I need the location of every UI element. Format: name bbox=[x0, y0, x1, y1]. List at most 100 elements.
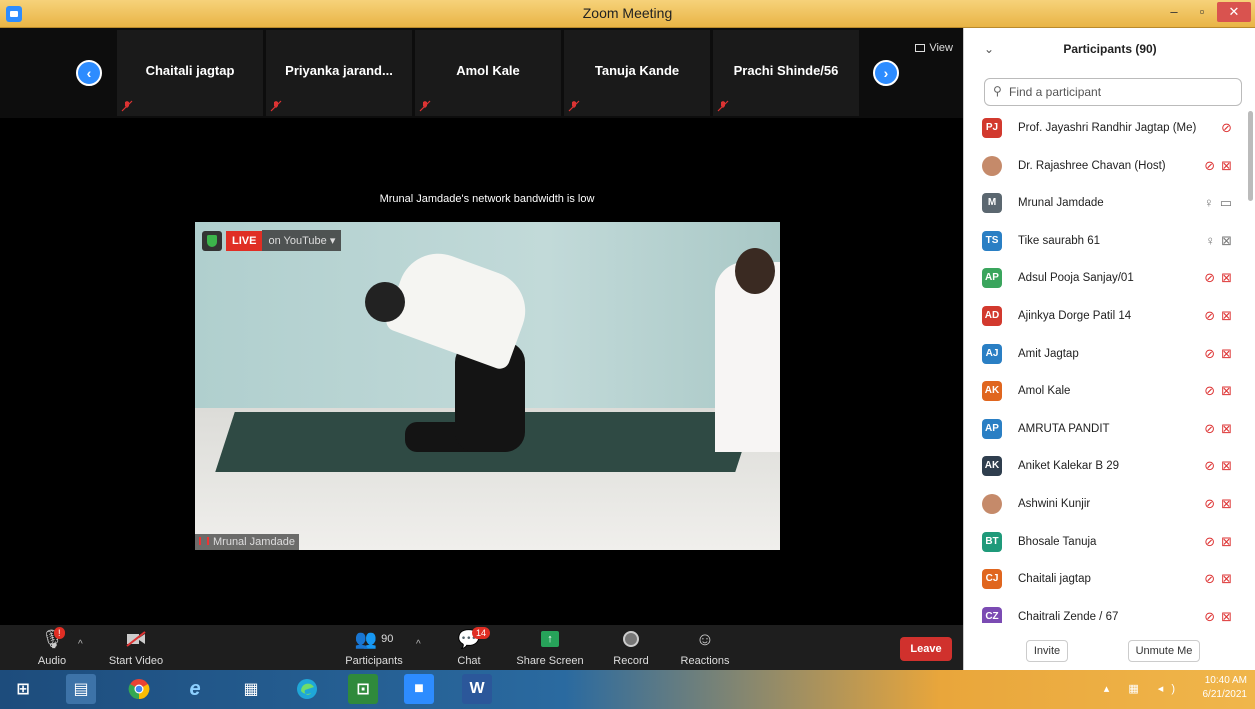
active-speaker-video[interactable]: LIVE on YouTube ▾ Mrunal Jamdade bbox=[195, 222, 780, 550]
audio-options-caret[interactable]: ^ bbox=[78, 639, 83, 650]
close-button[interactable]: ✕ bbox=[1217, 2, 1251, 22]
view-button[interactable]: View bbox=[915, 42, 953, 54]
participant-row[interactable]: AP AMRUTA PANDIT ⊘⊠ bbox=[964, 412, 1248, 450]
minimize-button[interactable]: – bbox=[1161, 2, 1187, 22]
participant-row[interactable]: TS Tike saurabh 61 ♀⊠ bbox=[964, 224, 1248, 262]
participants-button[interactable]: 👥 90 Participants bbox=[340, 627, 408, 668]
leave-button[interactable]: Leave bbox=[900, 637, 952, 661]
avatar: AK bbox=[982, 456, 1002, 477]
participants-panel: ⌄ Participants (90) ⚲ Find a participant… bbox=[963, 28, 1255, 670]
participant-name: Dr. Rajashree Chavan (Host) bbox=[1018, 159, 1166, 172]
participant-row[interactable]: PJ Prof. Jayashri Randhir Jagtap (Me) ⊘ bbox=[964, 111, 1248, 149]
mic-muted-icon video-off-icon: ⊘⊠ bbox=[1204, 157, 1238, 173]
system-clock[interactable]: 10:40 AM 6/21/2021 bbox=[1203, 674, 1248, 702]
edge-icon[interactable] bbox=[292, 674, 322, 704]
mic-muted-icon video-off-icon: ⊘⊠ bbox=[1204, 533, 1238, 549]
avatar: AJ bbox=[982, 343, 1002, 364]
mic-on-icon video-on-icon: ♀▭ bbox=[1203, 195, 1238, 211]
mic-muted-icon video-off-icon: ⊘⊠ bbox=[1204, 495, 1238, 511]
avatar: AK bbox=[982, 381, 1002, 402]
windows-start-icon[interactable]: ⊞ bbox=[8, 674, 38, 704]
clock-date: 6/21/2021 bbox=[1202, 689, 1248, 700]
mic-muted-icon video-off-icon: ⊘⊠ bbox=[1204, 270, 1238, 286]
store-icon[interactable]: ⊡ bbox=[348, 674, 378, 704]
gallery-prev-button[interactable]: ‹ bbox=[76, 60, 102, 86]
participant-name: Chaitrali Zende / 67 bbox=[1018, 610, 1119, 623]
participant-row[interactable]: AJ Amit Jagtap ⊘⊠ bbox=[964, 337, 1248, 375]
system-tray-icons[interactable]: ▴ ▦ ◂) bbox=[1104, 682, 1183, 695]
thumbnail-tile[interactable]: Amol Kale bbox=[415, 30, 561, 116]
thumbnail-name: Priyanka jarand... bbox=[285, 63, 393, 78]
avatar: CJ bbox=[982, 569, 1002, 590]
live-stream-bar: LIVE on YouTube ▾ bbox=[202, 230, 342, 251]
thumbnail-tile[interactable]: Chaitali jagtap bbox=[117, 30, 263, 116]
avatar: AP bbox=[982, 268, 1002, 289]
participant-name: Chaitali jagtap bbox=[1018, 573, 1091, 586]
zoom-taskbar-icon[interactable]: ■ bbox=[404, 674, 434, 704]
live-platform-dropdown[interactable]: on YouTube ▾ bbox=[262, 230, 342, 251]
file-explorer-icon[interactable]: ▤ bbox=[66, 674, 96, 704]
reactions-button[interactable]: ☺ Reactions bbox=[676, 627, 734, 668]
thumbnail-tile[interactable]: Priyanka jarand... bbox=[266, 30, 412, 116]
share-screen-button[interactable]: ↑ Share Screen bbox=[515, 627, 585, 667]
participants-label: Participants bbox=[345, 655, 403, 667]
mic-muted-icon bbox=[419, 100, 431, 112]
participant-row[interactable]: Ashwini Kunjir ⊘⊠ bbox=[964, 487, 1248, 525]
participant-name: Ashwini Kunjir bbox=[1018, 497, 1091, 510]
participant-row[interactable]: Dr. Rajashree Chavan (Host) ⊘⊠ bbox=[964, 149, 1248, 187]
windows-taskbar: ⊞ ▤ e ▦ ⊡ ■ W ▴ ▦ ◂) 10:40 AM 6/21/2021 bbox=[0, 670, 1255, 709]
participant-row[interactable]: AD Ajinkya Dorge Patil 14 ⊘⊠ bbox=[964, 299, 1248, 337]
signal-icon bbox=[199, 537, 209, 545]
participant-name: Tike saurabh 61 bbox=[1018, 234, 1101, 247]
avatar: AD bbox=[982, 305, 1002, 326]
internet-explorer-icon[interactable]: e bbox=[180, 674, 210, 704]
start-video-button[interactable]: Start Video bbox=[104, 627, 168, 667]
word-icon[interactable]: W bbox=[462, 674, 492, 704]
participant-row[interactable]: AK Amol Kale ⊘⊠ bbox=[964, 374, 1248, 412]
avatar: CZ bbox=[982, 606, 1002, 623]
participant-row[interactable]: CJ Chaitali jagtap ⊘⊠ bbox=[964, 562, 1248, 600]
thumbnail-tile[interactable]: Prachi Shinde/56 bbox=[713, 30, 859, 116]
invite-button[interactable]: Invite bbox=[1026, 640, 1068, 662]
clock-time: 10:40 AM bbox=[1204, 675, 1247, 686]
gallery-strip: ‹ Chaitali jagtap Priyanka jarand... Amo… bbox=[0, 28, 963, 118]
thumbnail-tile[interactable]: Tanuja Kande bbox=[564, 30, 710, 116]
thumbnail-name: Tanuja Kande bbox=[594, 63, 680, 78]
participant-name: Mrunal Jamdade bbox=[1018, 197, 1104, 210]
mic-muted-icon video-off-icon: ⊘⊠ bbox=[1204, 420, 1238, 436]
video-off-icon bbox=[104, 627, 168, 651]
mic-muted-icon video-off-icon: ⊘⊠ bbox=[1204, 383, 1238, 399]
participant-name: Bhosale Tanuja bbox=[1018, 535, 1097, 548]
shield-icon[interactable] bbox=[202, 230, 222, 251]
participants-options-caret[interactable]: ^ bbox=[416, 639, 421, 650]
avatar: TS bbox=[982, 230, 1002, 251]
live-badge[interactable]: LIVE bbox=[226, 230, 263, 251]
meeting-stage: ‹ Chaitali jagtap Priyanka jarand... Amo… bbox=[0, 28, 963, 625]
meeting-toolbar: 🎙 ! Audio ^ Start Video 👥 90 Participants… bbox=[0, 625, 963, 670]
mic-muted-icon: ⊘ bbox=[1221, 120, 1238, 135]
record-button[interactable]: Record bbox=[608, 627, 654, 667]
participant-row[interactable]: AK Aniket Kalekar B 29 ⊘⊠ bbox=[964, 449, 1248, 487]
participant-row[interactable]: CZ Chaitrali Zende / 67 ⊘⊠ bbox=[964, 600, 1248, 623]
search-placeholder: Find a participant bbox=[1009, 85, 1102, 99]
record-icon bbox=[623, 631, 639, 647]
view-label: View bbox=[929, 42, 953, 54]
participants-count: 90 bbox=[381, 633, 394, 645]
participant-row[interactable]: AP Adsul Pooja Sanjay/01 ⊘⊠ bbox=[964, 261, 1248, 299]
chrome-icon[interactable] bbox=[124, 674, 154, 704]
maximize-button[interactable]: ▫ bbox=[1189, 2, 1215, 22]
chat-button[interactable]: 💬 14 Chat bbox=[448, 627, 491, 667]
mic-muted-icon video-off-icon: ⊘⊠ bbox=[1204, 307, 1238, 323]
participant-name: Adsul Pooja Sanjay/01 bbox=[1018, 272, 1134, 285]
participant-list-scrollbar[interactable] bbox=[1248, 111, 1253, 201]
gallery-next-button[interactable]: › bbox=[873, 60, 899, 86]
participant-row[interactable]: M Mrunal Jamdade ♀▭ bbox=[964, 186, 1248, 224]
calculator-icon[interactable]: ▦ bbox=[236, 674, 266, 704]
participants-footer: Invite Unmute Me bbox=[964, 634, 1255, 670]
reactions-label: Reactions bbox=[680, 655, 730, 667]
participant-search-input[interactable]: ⚲ Find a participant bbox=[984, 78, 1242, 106]
audio-button[interactable]: 🎙 ! Audio bbox=[30, 627, 74, 667]
participant-row[interactable]: BT Bhosale Tanuja ⊘⊠ bbox=[964, 525, 1248, 563]
speaker-name: Mrunal Jamdade bbox=[213, 536, 295, 548]
unmute-me-button[interactable]: Unmute Me bbox=[1128, 640, 1200, 662]
